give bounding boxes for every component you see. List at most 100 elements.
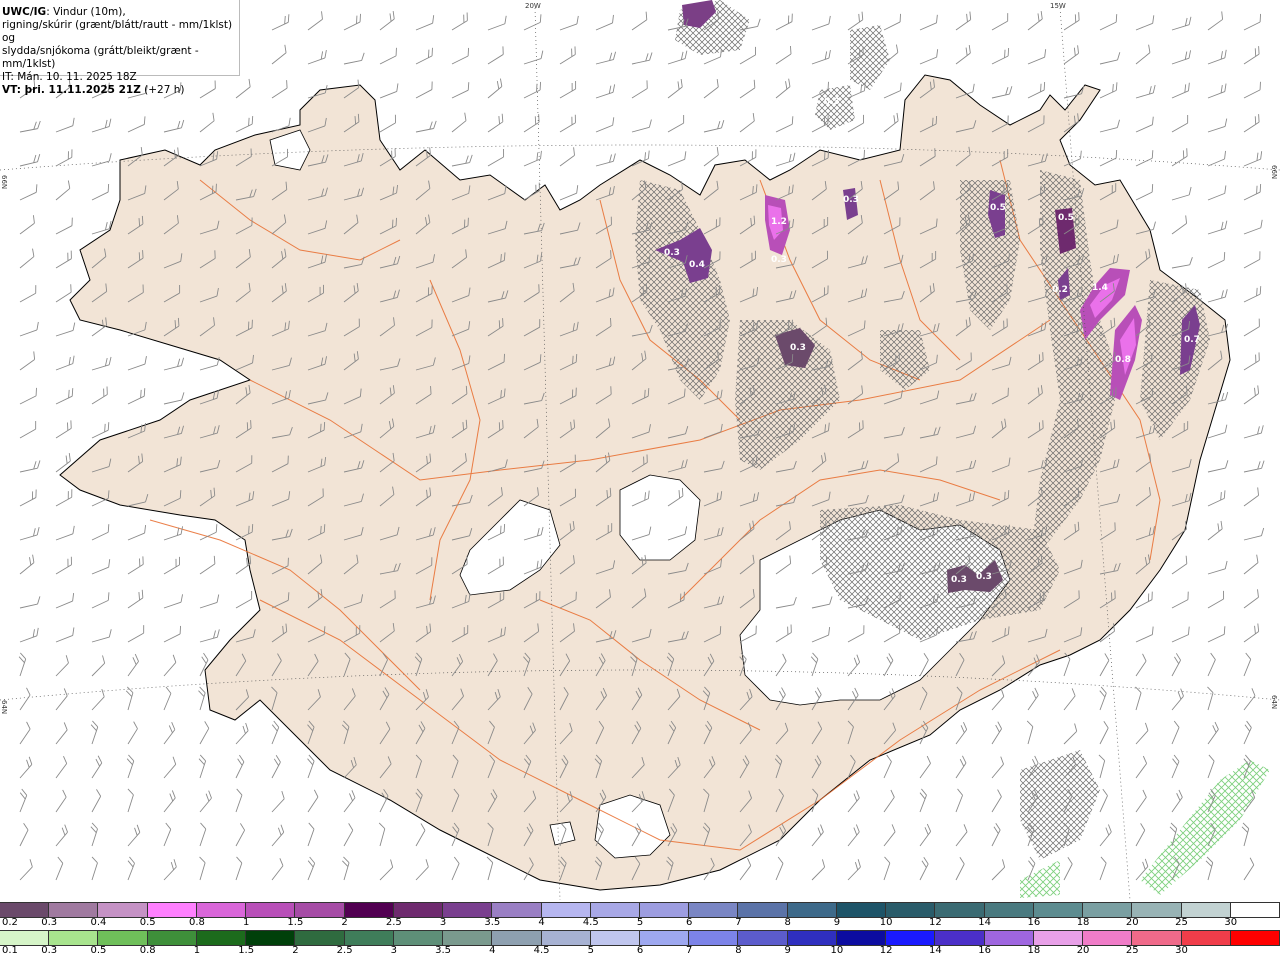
- legend-label: 10: [830, 945, 844, 956]
- precip-label: 0.3: [951, 575, 967, 585]
- legend-label: 4.5: [533, 945, 550, 956]
- legend-swatch: [49, 931, 99, 945]
- precip-label: 0.3: [771, 255, 787, 265]
- legend-swatch: [738, 903, 788, 917]
- legend-label: 12: [879, 945, 893, 956]
- legend-swatch: [738, 931, 788, 945]
- legend-label: 3.5: [435, 945, 452, 956]
- legend-label: 20: [1076, 945, 1090, 956]
- legend-swatch: [492, 903, 542, 917]
- legend-swatch: [196, 931, 247, 945]
- legend-swatch: [886, 931, 936, 945]
- lat-66n-right-label: 66N: [1270, 165, 1278, 179]
- title-line-3: slydda/snjókoma (grátt/bleikt/grænt - mm…: [2, 45, 199, 70]
- legend-label: 7: [735, 917, 742, 928]
- legend-swatch: [393, 931, 444, 945]
- legend-label: 9: [784, 945, 791, 956]
- precip-label: 0.3: [664, 248, 680, 258]
- legend-swatch: [1033, 903, 1084, 917]
- precip-label: 0.3: [976, 572, 992, 582]
- legend-swatch: [147, 931, 197, 945]
- legend-label: 4: [538, 917, 545, 928]
- legend-label: 4.5: [582, 917, 599, 928]
- title-line-1: UWC/IG: Vindur (10m),: [2, 6, 126, 18]
- legend-swatch: [1083, 903, 1133, 917]
- legend-swatch: [935, 903, 985, 917]
- legend-label: 20: [1125, 917, 1139, 928]
- legend-label: 10: [879, 917, 893, 928]
- legend-label: 0.1: [2, 945, 18, 956]
- legend-label: 2.5: [336, 945, 353, 956]
- legend-label: 2: [341, 917, 348, 928]
- legend-swatch: [640, 931, 690, 945]
- legend-swatch: [295, 903, 345, 917]
- legend-label: 18: [1076, 917, 1090, 928]
- legend-swatch: [393, 903, 444, 917]
- legend-swatch: [590, 903, 640, 917]
- legend-swatch: [541, 931, 591, 945]
- legend-swatch: [1132, 903, 1182, 917]
- legend-swatch: [836, 931, 887, 945]
- legend-swatch: [0, 903, 50, 917]
- legend-label: 16: [978, 945, 991, 956]
- legend-label: 8: [735, 945, 742, 956]
- legend-label: 30: [1175, 945, 1188, 956]
- precip-label: 1.2: [771, 217, 787, 227]
- precip-label: 0.4: [689, 260, 705, 270]
- legend-label: 1: [193, 945, 201, 956]
- legend-swatch: [246, 903, 296, 917]
- title-line-2: rigning/skúrir (grænt/blátt/rautt - mm/1…: [2, 19, 233, 44]
- lat-64n-left-label: 64N: [0, 700, 8, 714]
- legend-swatch: [935, 931, 985, 945]
- legend-swatch: [98, 903, 148, 917]
- legend-label: 3.5: [484, 917, 501, 928]
- legend-swatch: [295, 931, 345, 945]
- legend-swatch: [344, 903, 394, 917]
- legend-label: 5: [587, 945, 594, 956]
- legend-label: 0.4: [90, 917, 107, 928]
- map-title-box: UWC/IG: Vindur (10m), rigning/skúrir (gr…: [0, 0, 240, 96]
- legend-label: 2.5: [385, 917, 402, 928]
- legend-swatch: [196, 903, 247, 917]
- precip-label: 0.5: [990, 203, 1006, 213]
- legend-swatch: [1132, 931, 1182, 945]
- legend-label: 0.8: [139, 945, 156, 956]
- legend-swatch: [836, 903, 887, 917]
- legend-swatch: [689, 903, 739, 917]
- precip-label: 0.7: [1184, 335, 1200, 345]
- legend-swatch: [886, 903, 936, 917]
- precip-label: 0.8: [1115, 355, 1131, 365]
- legend-label: 0.3: [41, 917, 58, 928]
- legend-swatch: [443, 931, 493, 945]
- legend-label: 6: [636, 945, 644, 956]
- legend-swatch: [246, 931, 296, 945]
- legend-swatch: [640, 903, 690, 917]
- legend-label: 5: [636, 917, 644, 928]
- legend-swatch: [49, 903, 99, 917]
- legend-swatch: [984, 931, 1034, 945]
- legend-swatch: [1230, 903, 1280, 917]
- legend-label: 3: [439, 917, 447, 928]
- legend-label: 14: [929, 945, 942, 956]
- legend-label: 3: [390, 945, 398, 956]
- rain-color-legend: 0.1 0.3 0.5 0.8 1 1.5 2 2.5 3 3.5 4 4.5 5 6 7 8 9 10 12 14 1…: [0, 930, 1280, 960]
- legend-label: 6: [686, 917, 693, 928]
- legend-swatch: [443, 903, 493, 917]
- valid-time: VT: þri. 11.11.2025 21Z (+27 h): [2, 84, 185, 96]
- legend-swatch: [147, 903, 197, 917]
- legend-swatch: [1230, 931, 1280, 945]
- legend-swatch: [98, 931, 148, 945]
- weather-map: 20W 15W 66N 66N 64N 64N 0.3 0.4 1.2 0.3 …: [0, 0, 1280, 900]
- legend-swatch: [344, 931, 394, 945]
- legend-swatch: [590, 931, 640, 945]
- lon-20w-label: 20W: [525, 2, 541, 10]
- legend-label: 0.8: [188, 917, 205, 928]
- legend-label: 25: [1175, 917, 1188, 928]
- legend-label: 1.5: [238, 945, 255, 956]
- legend-label: 4: [489, 945, 496, 956]
- precip-label: 0.2: [1052, 285, 1068, 295]
- legend-label: 25: [1125, 945, 1139, 956]
- legend-label: 1: [242, 917, 250, 928]
- legend-swatch: [984, 903, 1034, 917]
- legend-swatch: [0, 931, 50, 945]
